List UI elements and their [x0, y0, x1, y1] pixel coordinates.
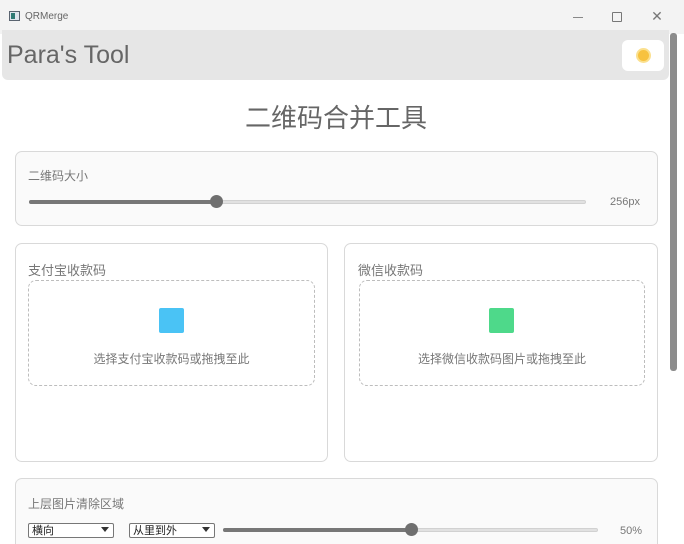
- chevron-down-icon: [202, 527, 210, 532]
- sun-icon: [637, 50, 649, 61]
- alipay-drop-zone[interactable]: 选择支付宝收款码或拖拽至此: [28, 280, 315, 386]
- wechat-drop-text: 选择微信收款码图片或拖拽至此: [417, 352, 586, 366]
- clear-area-slider[interactable]: [223, 523, 598, 537]
- app-icon: [9, 11, 20, 21]
- maximize-button[interactable]: [600, 7, 634, 27]
- app-header: Para's Tool: [2, 30, 669, 80]
- direction-select[interactable]: 横向: [28, 523, 114, 538]
- wechat-label: 微信收款码: [358, 264, 424, 279]
- order-select[interactable]: 从里到外: [129, 523, 215, 538]
- order-select-value: 从里到外: [133, 524, 177, 537]
- qr-size-slider[interactable]: [29, 195, 586, 209]
- alipay-card: 支付宝收款码 选择支付宝收款码或拖拽至此: [15, 243, 328, 462]
- theme-toggle-button[interactable]: [622, 40, 664, 71]
- qr-size-label: 二维码大小: [28, 169, 89, 183]
- wechat-image-icon: [489, 308, 514, 333]
- alipay-label: 支付宝收款码: [28, 264, 107, 279]
- app-window: QRMerge ✕ Para's Tool 二维码合并工具 二维码大小 256p…: [0, 0, 684, 544]
- wechat-card: 微信收款码 选择微信收款码图片或拖拽至此: [344, 243, 658, 462]
- wechat-drop-zone[interactable]: 选择微信收款码图片或拖拽至此: [359, 280, 645, 386]
- slider-thumb[interactable]: [210, 195, 224, 208]
- chevron-down-icon: [101, 527, 109, 532]
- alipay-drop-text: 选择支付宝收款码或拖拽至此: [93, 352, 250, 366]
- slider-fill: [223, 528, 411, 532]
- qr-size-value: 256px: [610, 196, 640, 208]
- direction-select-value: 横向: [32, 524, 54, 537]
- title-bar: QRMerge ✕: [0, 0, 684, 34]
- clear-area-label: 上层图片清除区域: [28, 497, 125, 511]
- clear-area-card: 上层图片清除区域 横向 从里到外 50%: [15, 478, 658, 544]
- qr-size-card: 二维码大小 256px: [15, 151, 658, 226]
- page-heading: 二维码合并工具: [244, 104, 427, 134]
- minimize-button[interactable]: [561, 7, 595, 27]
- vertical-scrollbar[interactable]: [670, 33, 677, 371]
- clear-area-value: 50%: [620, 525, 643, 537]
- alipay-image-icon: [159, 308, 184, 333]
- header-title: Para's Tool: [7, 41, 130, 69]
- slider-fill: [29, 200, 217, 204]
- window-title: QRMerge: [25, 11, 69, 22]
- close-button[interactable]: ✕: [640, 7, 674, 27]
- slider-thumb[interactable]: [404, 523, 418, 536]
